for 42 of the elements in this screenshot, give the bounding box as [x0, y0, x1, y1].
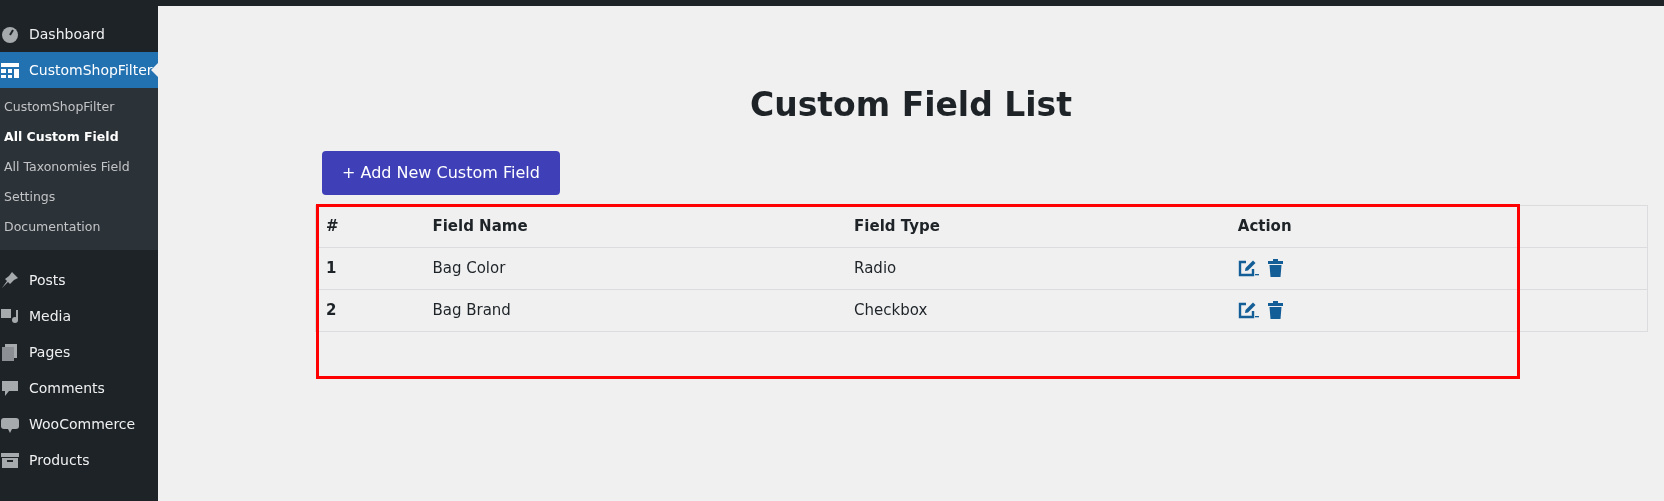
page-title: Custom Field List [748, 85, 1074, 125]
menu-label: Comments [29, 378, 105, 398]
pin-icon [0, 270, 20, 290]
column-header: Field Name [422, 205, 845, 248]
sidebar-item[interactable]: Products [0, 442, 158, 478]
table-cell: Checkbox [844, 289, 1228, 332]
media-icon [0, 306, 20, 326]
trash-icon[interactable] [1267, 259, 1283, 278]
menu-label: Products [29, 450, 90, 470]
sidebar-item[interactable]: Pages [0, 334, 158, 370]
sidebar-item[interactable]: WooCommerce [0, 406, 158, 442]
edit-icon[interactable] [1237, 301, 1260, 320]
table-cell: Radio [844, 247, 1228, 290]
menu-label: WooCommerce [29, 414, 136, 434]
menu-label: Media [29, 306, 72, 326]
submenu-item[interactable]: Documentation [0, 212, 158, 242]
sidebar-item[interactable]: CustomShopFilter [0, 52, 158, 88]
edit-icon[interactable] [1237, 259, 1260, 278]
trash-icon[interactable] [1267, 301, 1283, 320]
pages-icon [0, 342, 20, 362]
submenu-item[interactable]: CustomShopFilter [0, 92, 158, 122]
column-header: Action [1227, 205, 1648, 248]
row-number: 2 [315, 289, 423, 332]
sidebar-item[interactable]: Media [0, 298, 158, 334]
menu-label: Pages [29, 342, 71, 362]
submenu-item[interactable]: Settings [0, 182, 158, 212]
grid-icon [0, 60, 20, 80]
sidebar-item[interactable]: Posts [0, 262, 158, 298]
sidebar-item[interactable]: Comments [0, 370, 158, 406]
menu-label: CustomShopFilter [29, 60, 153, 80]
row-number: 1 [315, 247, 423, 290]
table-cell: Bag Color [422, 247, 845, 290]
submenu-item[interactable]: All Taxonomies Field [0, 152, 158, 182]
menu-label: Dashboard [29, 24, 105, 44]
menu-label: Posts [29, 270, 66, 290]
table-cell: Bag Brand [422, 289, 845, 332]
column-header: Field Type [844, 205, 1228, 248]
column-header: # [315, 205, 423, 248]
sidebar-item[interactable]: Dashboard [0, 16, 158, 52]
add-field-button[interactable]: + Add New Custom Field [322, 150, 560, 195]
comment-icon [0, 378, 20, 398]
submenu-item[interactable]: All Custom Field [0, 122, 158, 152]
